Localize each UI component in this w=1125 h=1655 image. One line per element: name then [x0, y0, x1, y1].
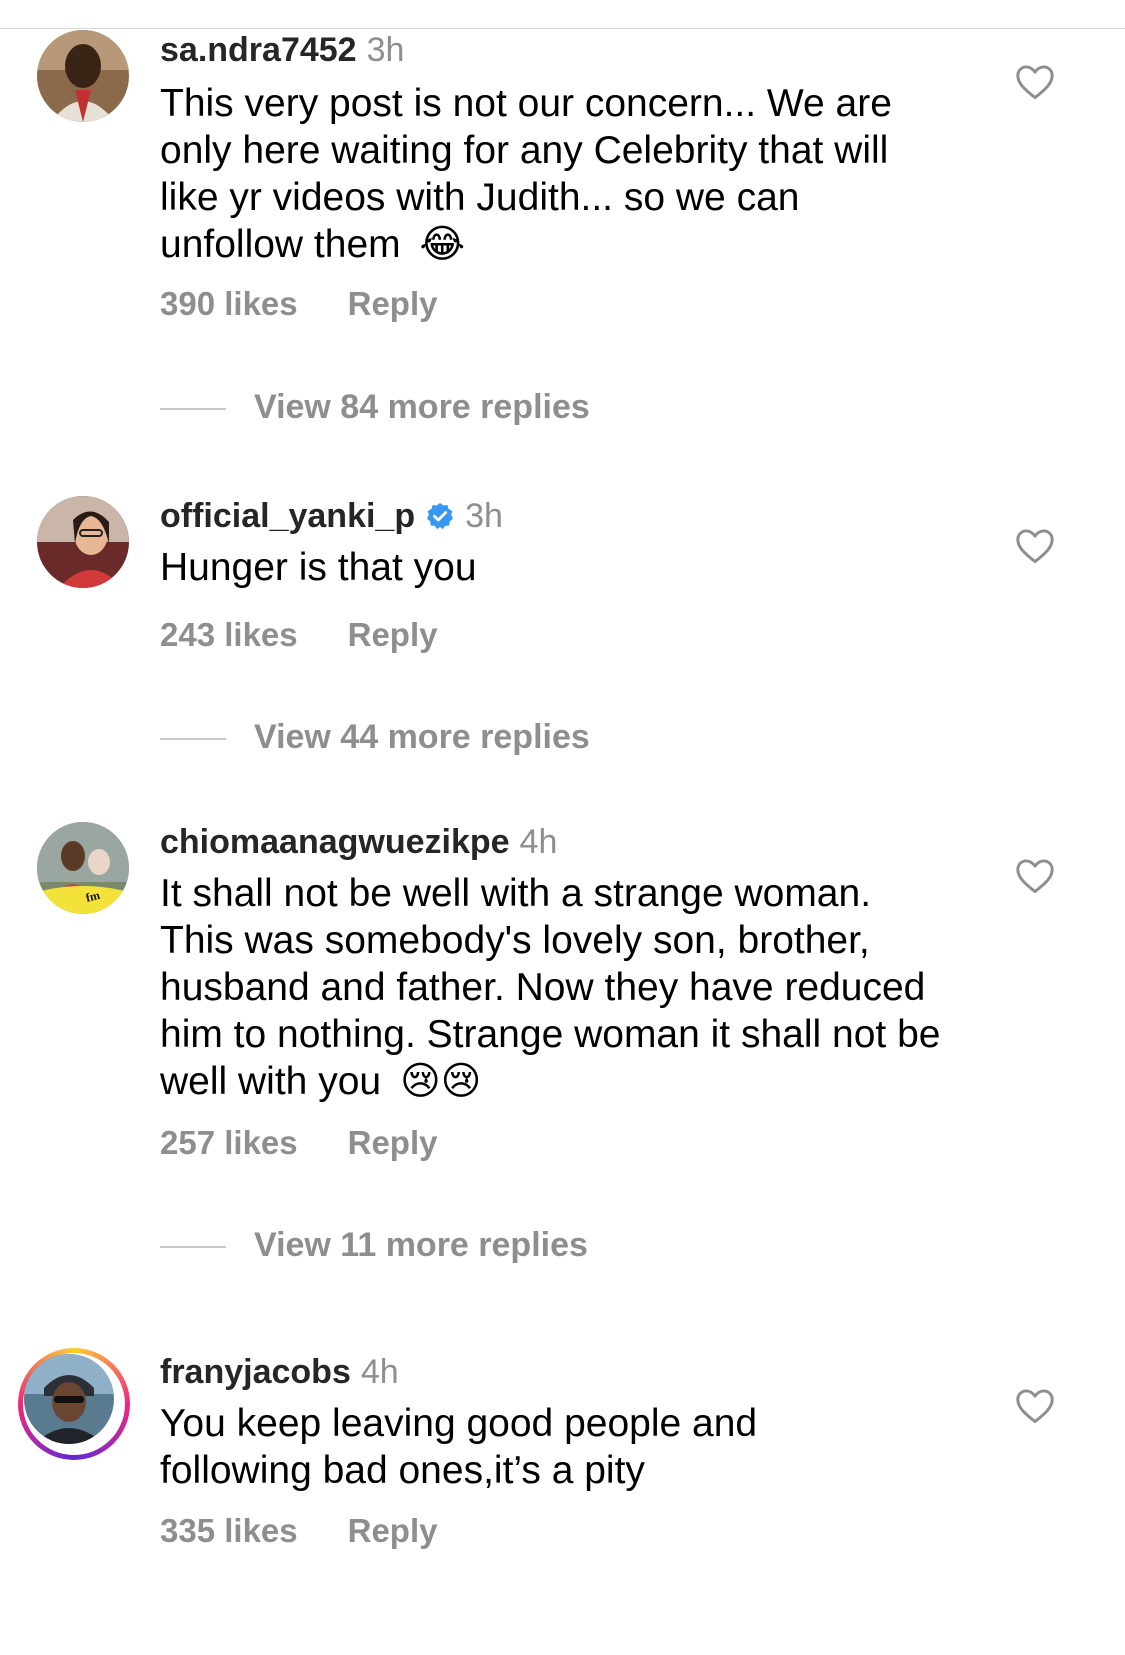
likes-count[interactable]: 335 likes: [160, 1512, 298, 1549]
timestamp: 4h: [519, 823, 558, 861]
avatar: [24, 1354, 114, 1444]
avatar[interactable]: [37, 496, 129, 588]
reply-button[interactable]: Reply: [348, 616, 438, 653]
heart-outline-icon[interactable]: [1015, 64, 1055, 100]
verified-badge-icon: [427, 502, 454, 530]
comment-actions: 335 likes Reply: [160, 1512, 438, 1550]
view-more-replies[interactable]: View 44 more replies: [160, 718, 590, 757]
comment-actions: 243 likes Reply: [160, 616, 438, 654]
comment-text: Hunger is that you: [160, 546, 477, 589]
reply-button[interactable]: Reply: [348, 1124, 438, 1161]
avatar[interactable]: fm: [37, 822, 129, 914]
heart-outline-icon[interactable]: [1015, 528, 1055, 564]
story-avatar[interactable]: [18, 1348, 130, 1460]
likes-count[interactable]: 257 likes: [160, 1124, 298, 1161]
likes-count[interactable]: 390 likes: [160, 285, 298, 322]
divider: [160, 738, 226, 741]
comment-text: This very post is not our concern... We …: [160, 82, 892, 266]
heart-outline-icon[interactable]: [1015, 858, 1055, 894]
view-more-replies[interactable]: View 11 more replies: [160, 1226, 588, 1265]
divider: [160, 408, 226, 411]
comment-header: chiomaanagwuezikpe 4h: [160, 822, 557, 862]
comment-header: official_yanki_p 3h: [160, 496, 503, 536]
comment-header: franyjacobs 4h: [160, 1352, 399, 1392]
comment-actions: 390 likes Reply: [160, 285, 438, 323]
username[interactable]: franyjacobs: [160, 1353, 351, 1391]
likes-count[interactable]: 243 likes: [160, 616, 298, 653]
username[interactable]: sa.ndra7452: [160, 31, 357, 69]
heart-outline-icon[interactable]: [1015, 1388, 1055, 1424]
timestamp: 3h: [465, 497, 503, 535]
tears-of-joy-emoji: 😂: [419, 223, 466, 266]
avatar[interactable]: [37, 30, 129, 122]
comment-text: It shall not be well with a strange woma…: [160, 872, 941, 1103]
comment-header: sa.ndra7452 3h: [160, 30, 404, 70]
username[interactable]: official_yanki_p: [160, 497, 415, 535]
reply-button[interactable]: Reply: [348, 285, 438, 322]
view-more-replies[interactable]: View 84 more replies: [160, 388, 590, 427]
timestamp: 4h: [360, 1353, 399, 1391]
reply-button[interactable]: Reply: [348, 1512, 438, 1549]
timestamp: 3h: [366, 31, 405, 69]
divider: [160, 1246, 226, 1249]
top-divider: [0, 28, 1125, 29]
comment-actions: 257 likes Reply: [160, 1124, 438, 1162]
username[interactable]: chiomaanagwuezikpe: [160, 823, 510, 861]
crying-face-emoji: 😢😢: [399, 1060, 482, 1103]
comment-text: You keep leaving good people and followi…: [160, 1402, 758, 1492]
